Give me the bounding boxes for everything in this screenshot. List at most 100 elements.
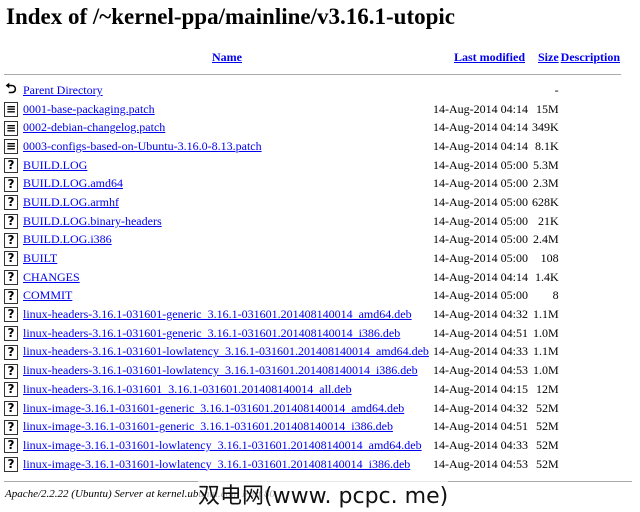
unknown-file-icon: ?	[4, 363, 18, 379]
last-modified: 14-Aug-2014 04:33	[433, 437, 528, 452]
unknown-file-icon: ?	[4, 251, 18, 267]
file-size: 108	[540, 251, 559, 266]
file-link[interactable]: linux-image-3.16.1-031601-generic_3.16.1…	[23, 419, 393, 433]
last-modified: 14-Aug-2014 04:32	[433, 307, 528, 322]
last-modified: 14-Aug-2014 05:00	[433, 157, 528, 172]
unknown-file-icon: ?	[4, 400, 18, 416]
file-link[interactable]: linux-headers-3.16.1-031601_3.16.1-03160…	[23, 382, 352, 396]
last-modified: 14-Aug-2014 04:51	[433, 325, 528, 340]
table-row: ? BUILD.LOG.armhf 14-Aug-2014 05:00 628K	[4, 193, 621, 212]
last-modified: 14-Aug-2014 04:32	[433, 400, 528, 415]
icon-header	[4, 47, 22, 67]
sort-by-size-link[interactable]: Size	[538, 50, 559, 64]
table-row: ? COMMIT 14-Aug-2014 05:00 8	[4, 287, 621, 306]
file-size: 1.1M	[533, 307, 559, 322]
sort-by-modified-link[interactable]: Last modified	[454, 50, 525, 64]
last-modified: 14-Aug-2014 04:51	[433, 419, 528, 434]
text-file-icon: ≡	[4, 139, 18, 155]
sort-by-description-link[interactable]: Description	[561, 50, 620, 64]
description	[560, 380, 621, 399]
file-listing: Name Last modified Size Description ⮌ Pa…	[4, 47, 621, 473]
file-size: 12M	[536, 381, 559, 396]
unknown-file-icon: ?	[4, 382, 18, 398]
table-row: ? linux-image-3.16.1-031601-generic_3.16…	[4, 399, 621, 418]
sort-by-name-link[interactable]: Name	[212, 50, 242, 64]
file-size: 1.4K	[535, 269, 559, 284]
table-row: ? linux-image-3.16.1-031601-generic_3.16…	[4, 417, 621, 436]
header-divider	[4, 73, 621, 75]
file-link[interactable]: linux-headers-3.16.1-031601-generic_3.16…	[23, 307, 412, 321]
file-size: 628K	[532, 194, 559, 209]
last-modified: 14-Aug-2014 04:33	[433, 344, 528, 359]
file-link[interactable]: linux-headers-3.16.1-031601-lowlatency_3…	[23, 344, 429, 358]
last-modified: 14-Aug-2014 04:53	[433, 363, 528, 378]
unknown-file-icon: ?	[4, 176, 18, 192]
file-link[interactable]: Parent Directory	[23, 83, 103, 97]
file-link[interactable]: linux-headers-3.16.1-031601-generic_3.16…	[23, 326, 400, 340]
unknown-file-icon: ?	[4, 438, 18, 454]
unknown-file-icon: ?	[4, 307, 18, 323]
description	[560, 193, 621, 212]
file-link[interactable]: COMMIT	[23, 288, 72, 302]
file-size: 5.3M	[533, 157, 559, 172]
file-link[interactable]: linux-image-3.16.1-031601-generic_3.16.1…	[23, 401, 404, 415]
table-row: ? linux-headers-3.16.1-031601_3.16.1-031…	[4, 380, 621, 399]
description	[560, 156, 621, 175]
description	[560, 455, 621, 474]
table-row: ? linux-headers-3.16.1-031601-generic_3.…	[4, 305, 621, 324]
last-modified: 14-Aug-2014 05:00	[433, 288, 528, 303]
file-link[interactable]: linux-headers-3.16.1-031601-lowlatency_3…	[23, 363, 418, 377]
file-link[interactable]: BUILD.LOG.amd64	[23, 176, 123, 190]
unknown-file-icon: ?	[4, 344, 18, 360]
file-link[interactable]: 0001-base-packaging.patch	[23, 102, 155, 116]
file-size: 21K	[538, 213, 559, 228]
table-row: ? linux-image-3.16.1-031601-lowlatency_3…	[4, 436, 621, 455]
file-link[interactable]: linux-image-3.16.1-031601-lowlatency_3.1…	[23, 457, 410, 471]
description	[560, 399, 621, 418]
file-link[interactable]: BUILD.LOG.i386	[23, 232, 112, 246]
table-row: ≡ 0002-debian-changelog.patch 14-Aug-201…	[4, 118, 621, 137]
description	[560, 100, 621, 119]
table-row: ? BUILD.LOG.i386 14-Aug-2014 05:00 2.4M	[4, 231, 621, 250]
last-modified: 14-Aug-2014 05:00	[433, 232, 528, 247]
file-size: 15M	[536, 101, 559, 116]
unknown-file-icon: ?	[4, 214, 18, 230]
text-file-icon: ≡	[4, 101, 18, 117]
last-modified: 14-Aug-2014 04:53	[433, 456, 528, 471]
description	[560, 212, 621, 231]
unknown-file-icon: ?	[4, 157, 18, 173]
description	[560, 81, 621, 100]
file-link[interactable]: BUILD.LOG.binary-headers	[23, 214, 162, 228]
last-modified: 14-Aug-2014 05:00	[433, 251, 528, 266]
last-modified: 14-Aug-2014 05:00	[433, 176, 528, 191]
last-modified: 14-Aug-2014 05:00	[433, 194, 528, 209]
file-size: 52M	[536, 400, 559, 415]
description	[560, 137, 621, 156]
last-modified: 14-Aug-2014 04:14	[433, 120, 528, 135]
table-row: ? linux-image-3.16.1-031601-lowlatency_3…	[4, 455, 621, 474]
table-row: ? linux-headers-3.16.1-031601-lowlatency…	[4, 343, 621, 362]
unknown-file-icon: ?	[4, 270, 18, 286]
file-size: 8.1K	[535, 138, 559, 153]
file-link[interactable]: 0003-configs-based-on-Ubuntu-3.16.0-8.13…	[23, 139, 262, 153]
file-link[interactable]: BUILD.LOG	[23, 158, 87, 172]
table-row: ? BUILD.LOG.binary-headers 14-Aug-2014 0…	[4, 212, 621, 231]
file-link[interactable]: BUILD.LOG.armhf	[23, 195, 119, 209]
file-link[interactable]: BUILT	[23, 251, 57, 265]
description	[560, 361, 621, 380]
unknown-file-icon: ?	[4, 456, 18, 472]
table-row: ? BUILD.LOG 14-Aug-2014 05:00 5.3M	[4, 156, 621, 175]
file-link[interactable]: CHANGES	[23, 270, 80, 284]
header-row: Name Last modified Size Description	[4, 47, 621, 67]
description	[560, 343, 621, 362]
file-size: 1.1M	[533, 344, 559, 359]
file-link[interactable]: 0002-debian-changelog.patch	[23, 120, 165, 134]
description	[560, 118, 621, 137]
text-file-icon: ≡	[4, 120, 18, 136]
file-size: 349K	[532, 120, 559, 135]
page-title: Index of /~kernel-ppa/mainline/v3.16.1-u…	[6, 4, 455, 29]
file-size: 1.0M	[533, 363, 559, 378]
file-size: 52M	[536, 437, 559, 452]
file-link[interactable]: linux-image-3.16.1-031601-lowlatency_3.1…	[23, 438, 422, 452]
file-size: 1.0M	[533, 325, 559, 340]
